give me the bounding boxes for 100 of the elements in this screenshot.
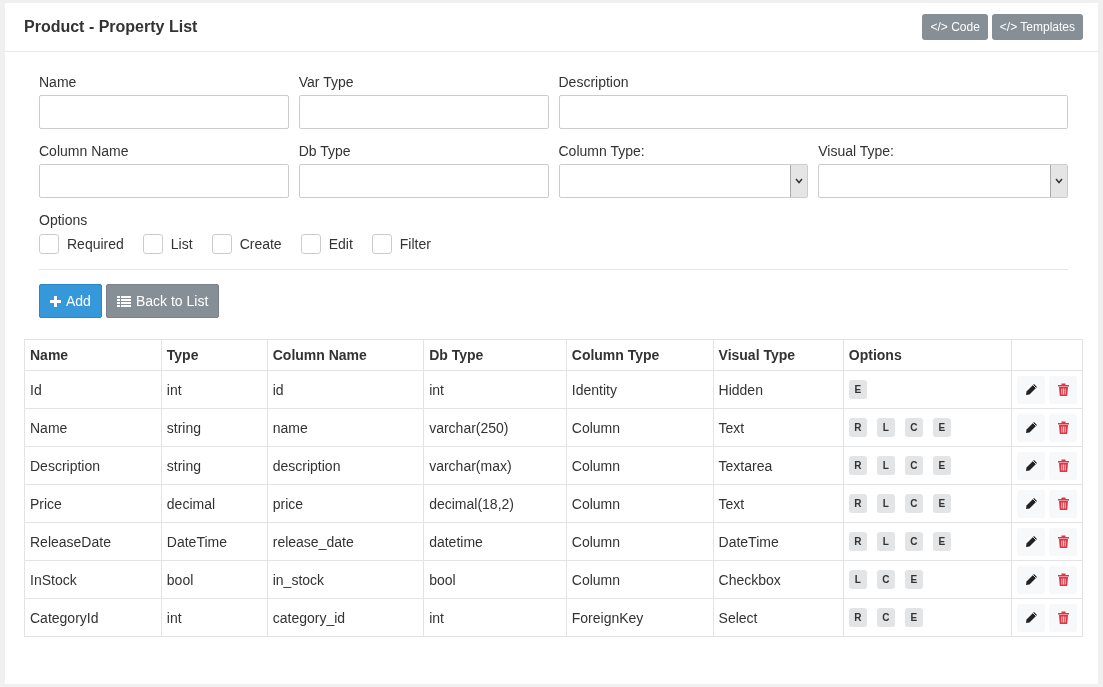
option-tag: R bbox=[848, 532, 867, 551]
option-tag: C bbox=[904, 532, 923, 551]
table-cell: price bbox=[267, 484, 424, 523]
checkbox[interactable] bbox=[39, 234, 59, 254]
table-cell: varchar(max) bbox=[423, 446, 567, 485]
delete-button[interactable] bbox=[1049, 451, 1077, 480]
header-button[interactable]: </> Templates bbox=[991, 14, 1083, 40]
table-cell: Column bbox=[566, 408, 714, 447]
pencil-icon bbox=[1024, 611, 1038, 624]
pencil-icon bbox=[1024, 573, 1038, 586]
option-tag: E bbox=[904, 608, 923, 627]
table-cell: Text bbox=[713, 484, 844, 523]
table-cell: int bbox=[423, 598, 567, 637]
table-cell: release_date bbox=[267, 522, 424, 561]
delete-button[interactable] bbox=[1049, 565, 1077, 594]
trash-icon bbox=[1057, 535, 1069, 548]
table-cell: Textarea bbox=[713, 446, 844, 485]
column-header: Options bbox=[843, 339, 1012, 371]
trash-icon bbox=[1057, 497, 1069, 510]
trash-icon bbox=[1057, 383, 1069, 396]
table-cell: Select bbox=[713, 598, 844, 637]
edit-button[interactable] bbox=[1017, 413, 1045, 442]
edit-button[interactable] bbox=[1017, 489, 1045, 518]
checkbox-label: Required bbox=[67, 236, 124, 252]
option-tag: L bbox=[876, 494, 895, 513]
edit-button[interactable] bbox=[1017, 603, 1045, 632]
option-tag: E bbox=[904, 570, 923, 589]
table-cell: Name bbox=[24, 408, 162, 447]
plus-icon bbox=[50, 295, 61, 307]
text-field[interactable] bbox=[298, 95, 549, 129]
field-label: Name bbox=[39, 74, 78, 90]
select-field[interactable] bbox=[558, 164, 809, 198]
header-button[interactable]: </> Code bbox=[922, 14, 988, 40]
option-tag: C bbox=[876, 608, 895, 627]
select-field[interactable] bbox=[818, 164, 1068, 198]
table-cell: DateTime bbox=[161, 522, 268, 561]
column-header: Db Type bbox=[423, 339, 567, 371]
option-tag: R bbox=[848, 418, 867, 437]
add-button[interactable]: Add bbox=[39, 284, 102, 318]
column-header: Type bbox=[161, 339, 268, 371]
table-cell: Id bbox=[24, 370, 162, 409]
option-tag: L bbox=[876, 456, 895, 475]
table-cell: DateTime bbox=[713, 522, 844, 561]
edit-button[interactable] bbox=[1017, 451, 1045, 480]
table-cell: category_id bbox=[267, 598, 424, 637]
option-tag: C bbox=[904, 418, 923, 437]
table-cell: varchar(250) bbox=[423, 408, 567, 447]
edit-button[interactable] bbox=[1017, 565, 1045, 594]
table-cell: Hidden bbox=[713, 370, 844, 409]
option-tag: E bbox=[932, 494, 951, 513]
option-tag: E bbox=[932, 532, 951, 551]
pencil-icon bbox=[1024, 383, 1038, 396]
table-cell: Column bbox=[566, 522, 714, 561]
trash-icon bbox=[1057, 459, 1069, 472]
option-tag: L bbox=[876, 532, 895, 551]
table-cell: in_stock bbox=[267, 560, 424, 599]
list-icon bbox=[116, 295, 131, 307]
text-field[interactable] bbox=[39, 164, 289, 198]
field-label: Column Type: bbox=[558, 143, 646, 159]
trash-icon bbox=[1057, 573, 1069, 586]
table-cell: Identity bbox=[566, 370, 714, 409]
checkbox-label: Edit bbox=[328, 236, 353, 252]
table-cell: ReleaseDate bbox=[24, 522, 162, 561]
table-cell: bool bbox=[161, 560, 268, 599]
option-tag: E bbox=[932, 456, 951, 475]
trash-icon bbox=[1057, 611, 1069, 624]
text-field[interactable] bbox=[39, 95, 289, 129]
column-header: Column Name bbox=[267, 339, 424, 371]
delete-button[interactable] bbox=[1049, 603, 1077, 632]
edit-button[interactable] bbox=[1017, 527, 1045, 556]
options-label: Options bbox=[39, 212, 89, 228]
checkbox[interactable] bbox=[300, 234, 321, 254]
option-tag: C bbox=[876, 570, 895, 589]
option-tag: E bbox=[932, 418, 951, 437]
checkbox[interactable] bbox=[371, 234, 392, 254]
table-cell: description bbox=[267, 446, 424, 485]
table-cell: id bbox=[267, 370, 424, 409]
text-field[interactable] bbox=[558, 95, 1068, 129]
back-button[interactable]: Back to List bbox=[105, 284, 220, 318]
delete-button[interactable] bbox=[1049, 375, 1077, 404]
column-header: Visual Type bbox=[713, 339, 844, 371]
delete-button[interactable] bbox=[1049, 527, 1077, 556]
table-cell: int bbox=[161, 370, 268, 409]
table-cell: Column bbox=[566, 446, 714, 485]
checkbox[interactable] bbox=[211, 234, 232, 254]
text-field[interactable] bbox=[298, 164, 549, 198]
table-cell: ForeignKey bbox=[566, 598, 714, 637]
table-cell: decimal bbox=[161, 484, 268, 523]
table-cell: string bbox=[161, 446, 268, 485]
delete-button[interactable] bbox=[1049, 413, 1077, 442]
edit-button[interactable] bbox=[1017, 375, 1045, 404]
field-label: Var Type bbox=[298, 74, 355, 90]
pencil-icon bbox=[1024, 459, 1038, 472]
field-label: Description bbox=[558, 74, 630, 90]
table-cell: CategoryId bbox=[24, 598, 162, 637]
checkbox-label: Create bbox=[239, 236, 282, 252]
option-tag: C bbox=[904, 456, 923, 475]
checkbox[interactable] bbox=[142, 234, 163, 254]
delete-button[interactable] bbox=[1049, 489, 1077, 518]
field-label: Column Name bbox=[39, 143, 130, 159]
